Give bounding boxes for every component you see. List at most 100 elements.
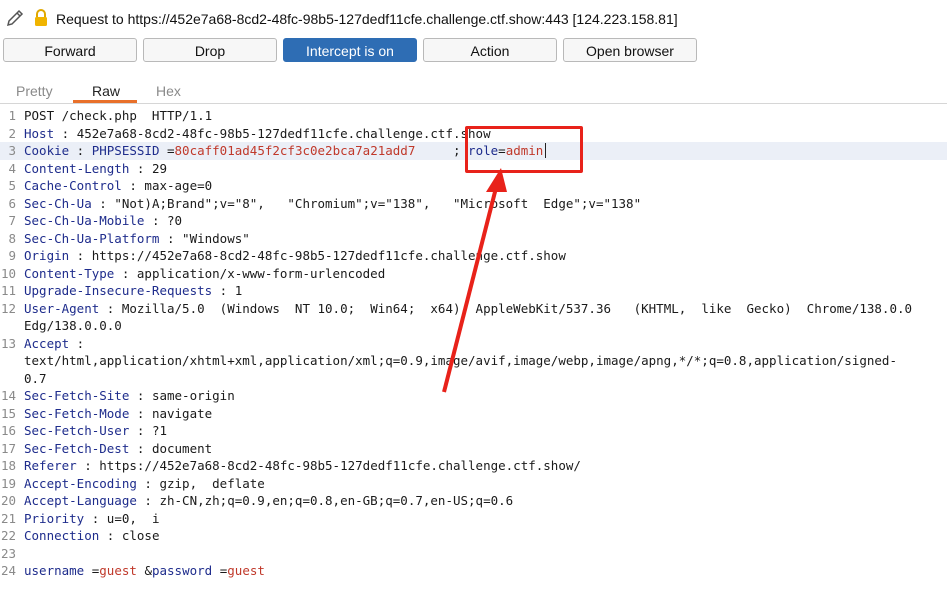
- request-line[interactable]: 17 Sec-Fetch-Dest : document: [0, 440, 947, 458]
- request-line[interactable]: text/html,application/xhtml+xml,applicat…: [0, 352, 947, 370]
- line-number: 3: [8, 143, 16, 158]
- header-value: Mozilla/5.0 (Windows NT 10.0; Win64; x64…: [121, 300, 913, 316]
- line-number: 9: [8, 248, 16, 263]
- request-line[interactable]: 10 Content-Type : application/x-www-form-…: [0, 265, 947, 283]
- forward-button[interactable]: Forward: [3, 38, 137, 62]
- request-line[interactable]: 15 Sec-Fetch-Mode : navigate: [0, 405, 947, 423]
- line-number: 18: [0, 458, 16, 473]
- line-number: 23: [0, 545, 16, 561]
- request-line[interactable]: 0.7: [0, 370, 947, 388]
- param-name: password: [151, 563, 213, 578]
- annotation-highlight-box: [465, 126, 583, 173]
- request-line[interactable]: 12 User-Agent : Mozilla/5.0 (Windows NT 1…: [0, 300, 947, 318]
- header-value: https://452e7a68-8cd2-48fc-98b5-127dedf1…: [91, 248, 566, 263]
- header-value: same-origin: [151, 388, 235, 403]
- line-text: text/html,application/xhtml+xml,applicat…: [24, 353, 897, 368]
- request-line[interactable]: 1 POST /check.php HTTP/1.1: [0, 107, 947, 125]
- line-content: Content-Type : application/x-www-form-ur…: [24, 265, 386, 281]
- request-line[interactable]: 22 Connection : close: [0, 527, 947, 545]
- line-content: Accept-Language : zh-CN,zh;q=0.9,en;q=0.…: [24, 493, 514, 508]
- line-number: 7: [8, 213, 16, 228]
- line-number: 13: [0, 335, 16, 351]
- header-name: Sec-Fetch-Dest: [24, 440, 130, 456]
- header-name: Sec-Ch-Ua-Mobile: [24, 213, 145, 228]
- line-number: 11: [0, 283, 16, 298]
- tab-raw[interactable]: Raw: [92, 83, 120, 99]
- header-name: Content-Length: [24, 160, 130, 176]
- request-line[interactable]: 8 Sec-Ch-Ua-Platform : "Windows": [0, 230, 947, 248]
- header-name: Referer: [24, 458, 77, 473]
- request-line[interactable]: 23: [0, 545, 947, 563]
- header-value: document: [151, 440, 213, 456]
- open-browser-button[interactable]: Open browser: [563, 38, 697, 62]
- request-line[interactable]: 6 Sec-Ch-Ua : "Not)A;Brand";v="8", "Chrom…: [0, 195, 947, 213]
- line-number: 4: [8, 160, 16, 176]
- line-number: 24: [0, 563, 16, 578]
- line-text: 0.7: [24, 370, 47, 386]
- line-number: 21: [0, 510, 16, 526]
- line-content: 0.7: [24, 370, 47, 388]
- header-name: Cache-Control: [24, 178, 122, 193]
- header-name: Connection: [24, 528, 100, 543]
- header-name: Accept-Encoding: [24, 475, 137, 491]
- header-name: Accept: [24, 335, 70, 351]
- line-number: 16: [0, 423, 16, 438]
- line-content: Upgrade-Insecure-Requests : 1: [24, 283, 243, 298]
- header-value: ?1: [151, 423, 167, 438]
- line-number: 15: [0, 405, 16, 421]
- line-content: Priority : u=0, i: [24, 510, 160, 526]
- header-name: Content-Type: [24, 265, 115, 281]
- view-tabs: Pretty Raw Hex: [0, 79, 947, 104]
- request-line[interactable]: 19 Accept-Encoding : gzip, deflate: [0, 475, 947, 493]
- header-name: Sec-Fetch-Mode: [24, 405, 130, 421]
- tab-pretty[interactable]: Pretty: [16, 83, 53, 99]
- request-header-bar: Request to https://452e7a68-8cd2-48fc-98…: [0, 0, 947, 38]
- request-line[interactable]: 11 Upgrade-Insecure-Requests : 1: [0, 282, 947, 300]
- request-line[interactable]: Edg/138.0.0.0: [0, 317, 947, 335]
- line-content: User-Agent : Mozilla/5.0 (Windows NT 10.…: [24, 300, 913, 316]
- header-name: Upgrade-Insecure-Requests: [24, 283, 213, 298]
- raw-request-editor[interactable]: 1 POST /check.php HTTP/1.1 2 Host : 452e7a6…: [0, 106, 947, 611]
- action-button[interactable]: Action: [423, 38, 557, 62]
- request-line[interactable]: 16 Sec-Fetch-User : ?1: [0, 422, 947, 440]
- request-line[interactable]: 18 Referer : https://452e7a68-8cd2-48fc-9…: [0, 457, 947, 475]
- drop-button[interactable]: Drop: [143, 38, 277, 62]
- header-value: "Not)A;Brand";v="8", "Chromium";v="138",…: [114, 195, 642, 211]
- header-name: Cookie: [24, 143, 70, 158]
- line-number: 12: [0, 300, 16, 316]
- request-line[interactable]: 7 Sec-Ch-Ua-Mobile : ?0: [0, 212, 947, 230]
- cookie-value: 80caff01ad45f2cf3c0e2bca7a21add7: [174, 143, 416, 158]
- header-name: Sec-Ch-Ua-Platform: [24, 230, 160, 246]
- line-text: POST /check.php HTTP/1.1: [24, 108, 213, 123]
- header-name: User-Agent: [24, 300, 100, 316]
- line-number: 5: [8, 178, 16, 193]
- request-line[interactable]: 9 Origin : https://452e7a68-8cd2-48fc-98b…: [0, 247, 947, 265]
- header-name: Sec-Ch-Ua: [24, 195, 92, 211]
- line-number: 8: [8, 230, 16, 246]
- line-number: 17: [0, 440, 16, 456]
- line-content: Sec-Fetch-Dest : document: [24, 440, 213, 456]
- header-value: https://452e7a68-8cd2-48fc-98b5-127dedf1…: [99, 458, 581, 473]
- line-content: Sec-Fetch-Site : same-origin: [24, 388, 235, 403]
- header-value: 1: [234, 283, 243, 298]
- tab-hex[interactable]: Hex: [156, 83, 181, 99]
- request-line[interactable]: 14 Sec-Fetch-Site : same-origin: [0, 387, 947, 405]
- header-value: navigate: [151, 405, 213, 421]
- header-name: Sec-Fetch-Site: [24, 388, 130, 403]
- header-value: 452e7a68-8cd2-48fc-98b5-127dedf11cfe.cha…: [76, 125, 491, 141]
- intercept-toggle-button[interactable]: Intercept is on: [283, 38, 417, 62]
- line-number: 2: [8, 125, 16, 141]
- header-name: Accept-Language: [24, 493, 137, 508]
- request-line[interactable]: 24 username =guest &password =guest: [0, 562, 947, 580]
- pencil-icon[interactable]: [4, 7, 26, 29]
- header-value: u=0, i: [106, 510, 160, 526]
- line-content: POST /check.php HTTP/1.1: [24, 107, 212, 125]
- line-content: Sec-Ch-Ua-Mobile : ?0: [24, 213, 183, 228]
- request-line[interactable]: 13 Accept :: [0, 335, 947, 353]
- line-number: 20: [0, 493, 16, 508]
- line-content: Accept :: [24, 335, 92, 351]
- request-line[interactable]: 21 Priority : u=0, i: [0, 510, 947, 528]
- request-line[interactable]: 5 Cache-Control : max-age=0: [0, 177, 947, 195]
- request-line[interactable]: 20 Accept-Language : zh-CN,zh;q=0.9,en;q=…: [0, 492, 947, 510]
- cookie-name: PHPSESSID: [91, 143, 160, 158]
